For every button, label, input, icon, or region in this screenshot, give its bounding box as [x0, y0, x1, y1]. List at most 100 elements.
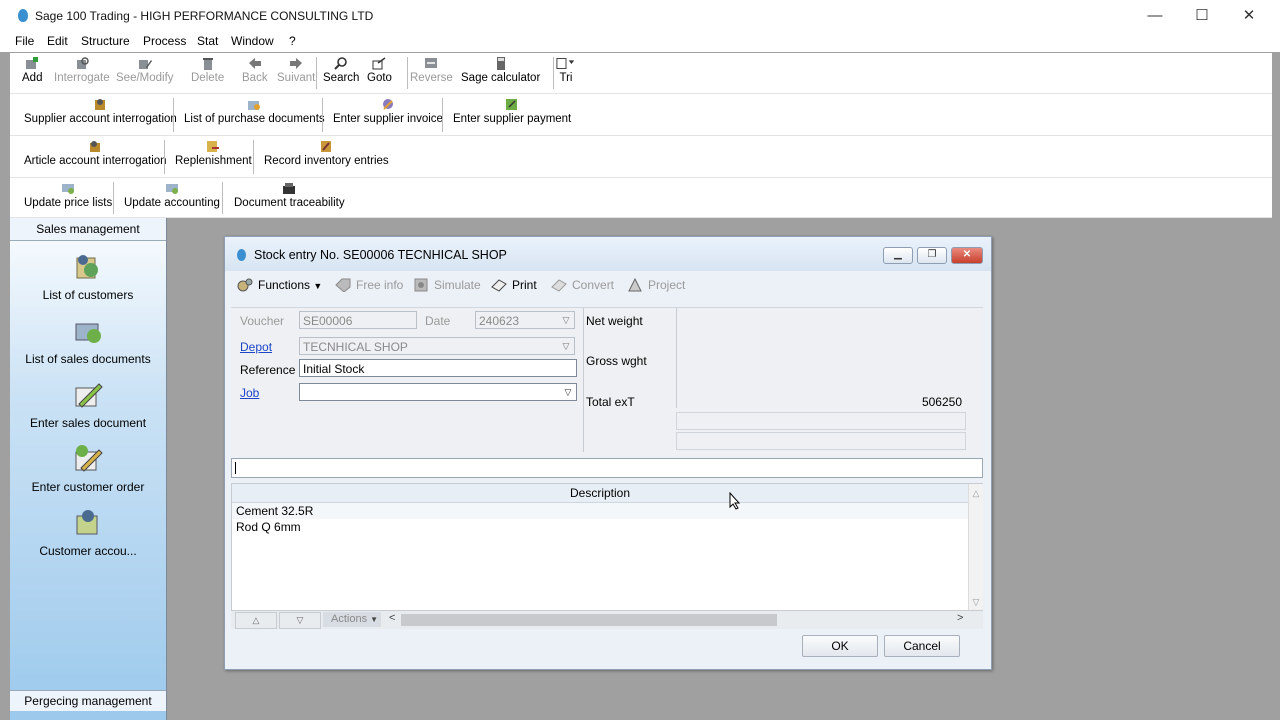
purchasing-management-header[interactable]: Pergecing management	[10, 690, 166, 711]
sort-button[interactable]: Tri	[556, 57, 576, 84]
toolbar-separator	[164, 140, 165, 174]
menu-window[interactable]: Window	[231, 34, 274, 48]
project-button[interactable]: Project	[627, 278, 685, 292]
lines-grid: Description Cement 32.5R Rod Q 6mm △ ▽	[231, 483, 983, 611]
move-up-button[interactable]: △	[235, 612, 277, 629]
cancel-button[interactable]: Cancel	[884, 635, 960, 657]
dialog-minimize-button[interactable]: ▁	[883, 247, 913, 264]
total-ext-label: Total exT	[586, 395, 635, 409]
scroll-right-icon[interactable]: >	[957, 612, 963, 624]
delete-button[interactable]: Delete	[191, 57, 224, 84]
sales-management-header[interactable]: Sales management	[10, 218, 166, 241]
enter-supplier-payment-button[interactable]: Enter supplier payment	[453, 98, 571, 125]
article-account-icon	[90, 141, 101, 152]
functions-menu[interactable]: Functions ▼	[237, 278, 322, 292]
minimize-button[interactable]: —	[1132, 4, 1178, 28]
add-button[interactable]: Add	[22, 57, 42, 84]
reference-field[interactable]: Initial Stock	[299, 359, 577, 377]
document-header-form: Voucher SE00006 Date 240623 ▽ Depot TECNH…	[231, 307, 983, 456]
simulate-icon	[414, 278, 428, 292]
ok-button[interactable]: OK	[802, 635, 878, 657]
gears-icon	[237, 278, 253, 292]
sidebar-item-customer-account[interactable]: Customer accou...	[10, 508, 166, 558]
article-account-interrogation-button[interactable]: Article account interrogation	[24, 140, 167, 167]
totals-panel: Net weight Gross wght Total exT 506250	[583, 308, 966, 452]
menu-help[interactable]: ?	[289, 34, 296, 48]
depot-field[interactable]: TECNHICAL SHOP ▽	[299, 337, 575, 355]
maximize-button[interactable]: ☐	[1179, 4, 1225, 28]
line-entry-input[interactable]	[231, 458, 983, 478]
sales-document-pencil-icon	[75, 383, 103, 408]
sidebar-item-enter-sales-document[interactable]: Enter sales document	[10, 380, 166, 430]
arrow-left-icon	[248, 58, 261, 69]
record-inventory-entries-button[interactable]: Record inventory entries	[264, 140, 389, 167]
search-icon	[334, 57, 348, 70]
toolbar-separator	[322, 98, 323, 132]
list-of-purchase-documents-button[interactable]: List of purchase documents	[184, 98, 325, 125]
scroll-left-icon[interactable]: <	[389, 612, 395, 624]
menu-process[interactable]: Process	[143, 34, 186, 48]
actions-menu[interactable]: Actions ▼	[323, 612, 381, 627]
sidebar-item-list-of-customers[interactable]: List of customers	[10, 252, 166, 302]
goto-button[interactable]: Goto	[367, 57, 392, 84]
back-button[interactable]: Back	[242, 57, 268, 84]
sales-documents-icon	[75, 323, 101, 343]
simulate-button[interactable]: Simulate	[413, 278, 481, 292]
toolbar-separator	[407, 57, 408, 89]
see-modify-button[interactable]: See/Modify	[116, 57, 174, 84]
sage-app-icon	[18, 9, 28, 22]
total-ext-value: 506250	[921, 395, 962, 409]
replenishment-button[interactable]: Replenishment	[175, 140, 252, 167]
update-accounting-button[interactable]: Update accounting	[124, 182, 220, 209]
replenishment-icon	[207, 141, 220, 152]
toolbar-separator	[222, 182, 223, 214]
stock-toolbar: Article account interrogation Replenishm…	[10, 136, 1272, 178]
close-button[interactable]: ✕	[1226, 4, 1272, 28]
menu-file[interactable]: File	[15, 34, 34, 48]
update-toolbar: Update price lists Update accounting Doc…	[10, 178, 1272, 218]
search-button[interactable]: Search	[323, 57, 359, 84]
job-field[interactable]: ▽	[299, 383, 577, 401]
free-info-button[interactable]: Free info	[335, 278, 403, 292]
dialog-title-bar: Stock entry No. SE00006 TECNHICAL SHOP ▁…	[225, 237, 991, 271]
voucher-label: Voucher	[240, 314, 285, 328]
chevron-down-icon: ▽	[564, 387, 572, 397]
enter-supplier-invoice-button[interactable]: Enter supplier invoice	[333, 98, 443, 125]
traceability-icon	[283, 183, 296, 194]
move-down-button[interactable]: ▽	[279, 612, 321, 629]
dialog-restore-button[interactable]: ❐	[917, 247, 947, 264]
reverse-button[interactable]: Reverse	[410, 57, 453, 84]
sidebar-item-list-of-sales-documents[interactable]: List of sales documents	[10, 316, 166, 366]
sage-calculator-button[interactable]: Sage calculator	[461, 57, 540, 84]
supplier-account-interrogation-button[interactable]: Supplier account interrogation	[24, 98, 177, 125]
description-column-header[interactable]: Description	[232, 484, 968, 503]
toolbar-separator	[316, 57, 317, 89]
see-modify-icon	[138, 60, 152, 69]
horizontal-scroll-thumb[interactable]	[401, 614, 777, 626]
menu-edit[interactable]: Edit	[47, 34, 68, 48]
chevron-down-icon: ▼	[313, 281, 323, 291]
job-link[interactable]: Job	[240, 386, 259, 400]
date-field[interactable]: 240623 ▽	[475, 311, 575, 329]
chevron-down-icon: ▽	[562, 341, 570, 351]
sidebar-item-enter-customer-order[interactable]: Enter customer order	[10, 444, 166, 494]
dialog-close-button[interactable]: ✕	[951, 247, 983, 264]
voucher-field[interactable]: SE00006	[299, 311, 417, 329]
interrogate-button[interactable]: Interrogate	[54, 57, 110, 84]
menu-structure[interactable]: Structure	[81, 34, 130, 48]
vertical-scrollbar[interactable]: △ ▽	[968, 484, 983, 610]
depot-link[interactable]: Depot	[240, 340, 272, 354]
supplier-payment-icon	[506, 99, 518, 110]
update-price-lists-button[interactable]: Update price lists	[24, 182, 112, 209]
print-button[interactable]: Print	[491, 278, 537, 292]
next-button[interactable]: Suivant	[277, 57, 315, 84]
table-row[interactable]: Rod Q 6mm	[232, 519, 968, 535]
dialog-toolbar: Functions ▼ Free info Simulate Print Con…	[231, 273, 983, 299]
totals-extra-field	[676, 412, 966, 430]
window-title: Sage 100 Trading - HIGH PERFORMANCE CONS…	[35, 9, 374, 23]
add-icon	[26, 57, 39, 69]
table-row[interactable]: Cement 32.5R	[232, 503, 968, 519]
convert-button[interactable]: Convert	[551, 278, 614, 292]
document-traceability-button[interactable]: Document traceability	[234, 182, 345, 209]
menu-stat[interactable]: Stat	[197, 34, 218, 48]
